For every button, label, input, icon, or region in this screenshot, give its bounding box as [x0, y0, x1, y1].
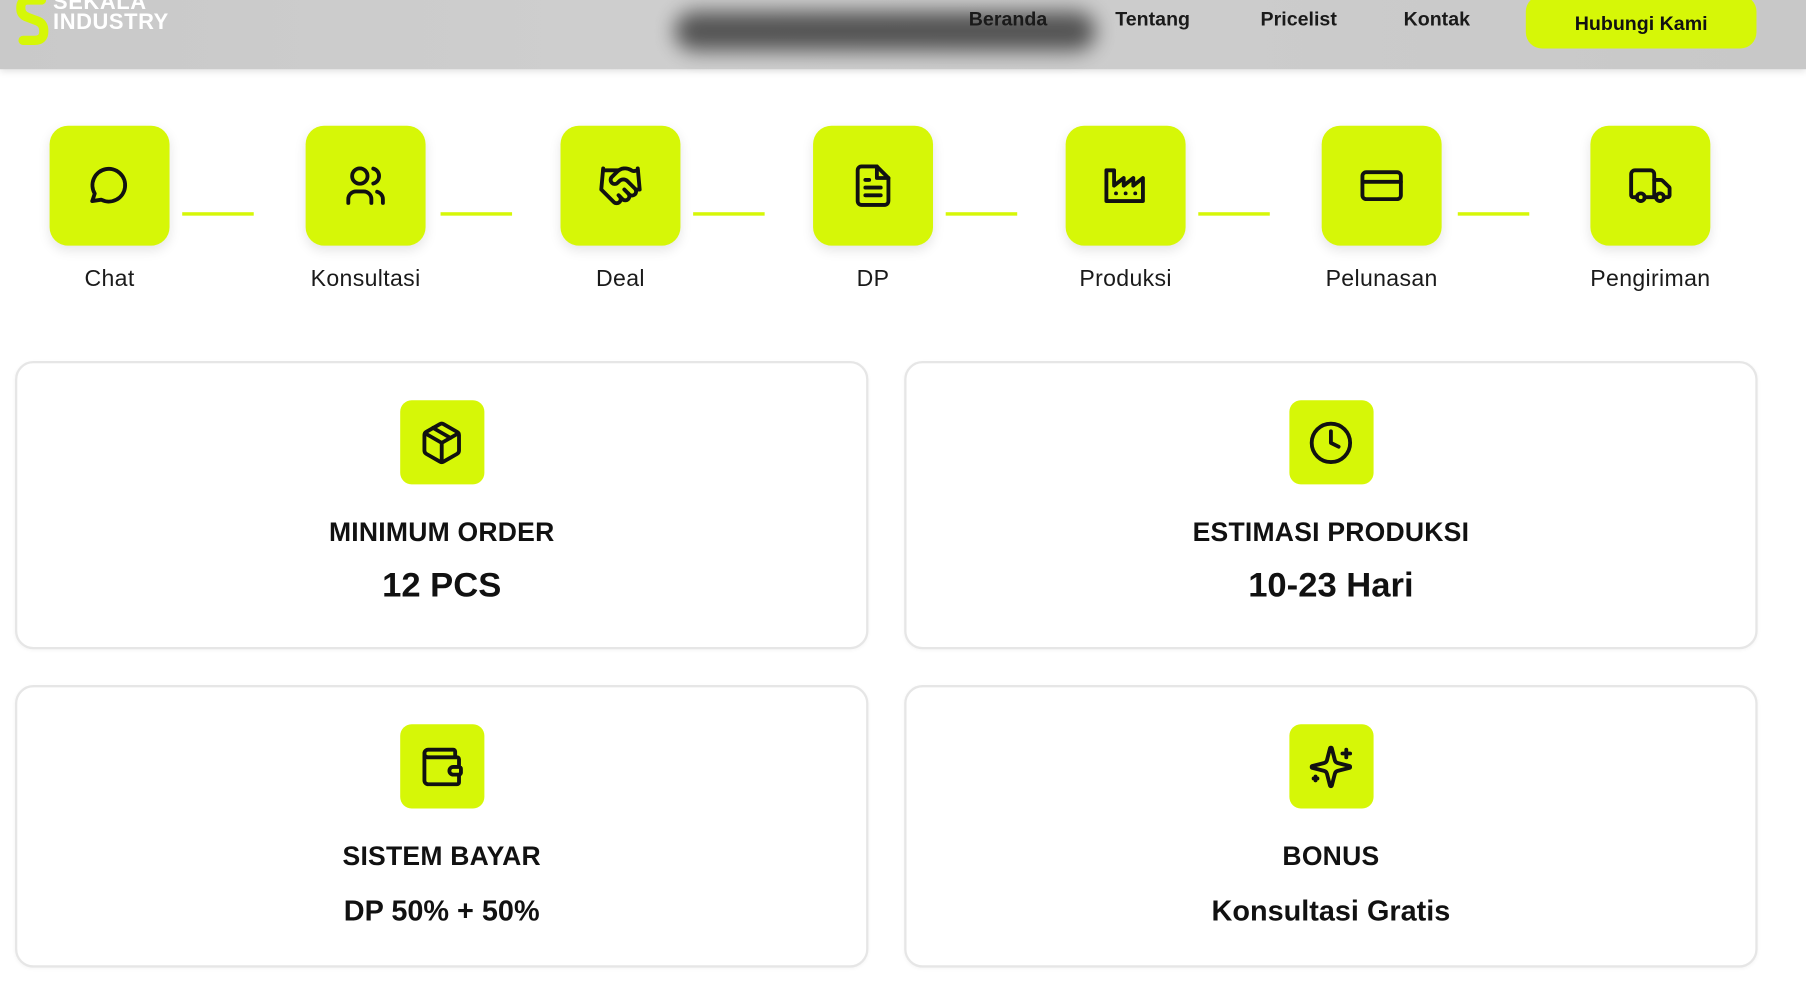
credit-card-icon — [1360, 170, 1403, 202]
logo-wordmark: SEKALA INDUSTRY — [53, 0, 169, 35]
package-icon — [422, 421, 461, 464]
card-sistem-bayar: SISTEM BAYAR DP 50% + 50% — [14, 685, 869, 968]
card-title: BONUS — [1282, 840, 1380, 871]
brand-logo[interactable]: SEKALA INDUSTRY — [16, 0, 169, 51]
factory-icon — [1104, 168, 1145, 203]
card-estimasi-produksi: ESTIMASI PRODUKSI 10-23 Hari — [904, 360, 1758, 650]
card-value: 10-23 Hari — [1248, 566, 1414, 605]
step-deal: Deal — [522, 125, 718, 293]
card-title: SISTEM BAYAR — [342, 840, 541, 871]
step-icon-box — [1590, 125, 1711, 246]
sparkles-icon — [1309, 745, 1353, 788]
site-header: SEKALA INDUSTRY Beranda Tentang Pricelis… — [0, 0, 1806, 70]
step-dp: DP — [775, 125, 971, 293]
step-connector — [1198, 212, 1270, 216]
handshake-icon — [599, 166, 642, 206]
step-label: Konsultasi — [310, 266, 421, 292]
step-chat: Chat — [12, 125, 208, 293]
nav-pricelist[interactable]: Pricelist — [1261, 8, 1337, 31]
nav-kontak[interactable]: Kontak — [1404, 8, 1470, 31]
chat-bubble-icon — [90, 166, 128, 204]
step-label: Chat — [84, 266, 135, 292]
step-produksi: Produksi — [1028, 125, 1224, 293]
step-connector — [1457, 212, 1530, 216]
users-icon — [346, 166, 385, 205]
clock-icon — [1309, 421, 1353, 464]
card-icon-box — [1288, 400, 1374, 485]
step-label: Pengiriman — [1590, 266, 1711, 292]
step-icon-box — [1065, 125, 1186, 246]
card-value: Konsultasi Gratis — [1211, 894, 1451, 928]
card-icon-box — [1288, 724, 1374, 809]
document-icon — [855, 164, 891, 207]
step-label: DP — [856, 266, 890, 292]
step-connector — [945, 212, 1018, 216]
step-label: Deal — [596, 266, 645, 292]
step-connector — [440, 212, 513, 216]
card-bonus: BONUS Konsultasi Gratis — [904, 685, 1758, 968]
step-icon-box — [305, 125, 426, 246]
step-icon-box — [560, 125, 681, 246]
step-pelunasan: Pelunasan — [1284, 125, 1480, 293]
step-label: Pelunasan — [1325, 266, 1438, 292]
logo-line-2: INDUSTRY — [53, 10, 169, 35]
step-icon-box — [49, 125, 170, 246]
nav-beranda[interactable]: Beranda — [969, 8, 1047, 31]
step-label: Produksi — [1079, 266, 1172, 292]
step-connector — [182, 212, 254, 216]
nav-tentang[interactable]: Tentang — [1115, 8, 1190, 31]
card-title: ESTIMASI PRODUKSI — [1192, 516, 1470, 547]
step-konsultasi: Konsultasi — [268, 125, 464, 293]
wallet-icon — [422, 747, 463, 786]
step-connector — [693, 212, 765, 216]
card-icon-box — [399, 400, 484, 485]
truck-icon — [1629, 168, 1672, 203]
card-value: DP 50% + 50% — [343, 894, 540, 928]
card-minimum-order: MINIMUM ORDER 12 PCS — [14, 360, 869, 650]
card-title: MINIMUM ORDER — [328, 516, 555, 547]
contact-us-button[interactable]: Hubungi Kami — [1525, 0, 1757, 49]
logo-s-icon — [16, 0, 49, 51]
step-icon-box — [1321, 125, 1442, 246]
card-value: 12 PCS — [382, 566, 502, 605]
step-icon-box — [813, 125, 934, 246]
step-pengiriman: Pengiriman — [1552, 125, 1748, 293]
card-icon-box — [399, 724, 484, 809]
